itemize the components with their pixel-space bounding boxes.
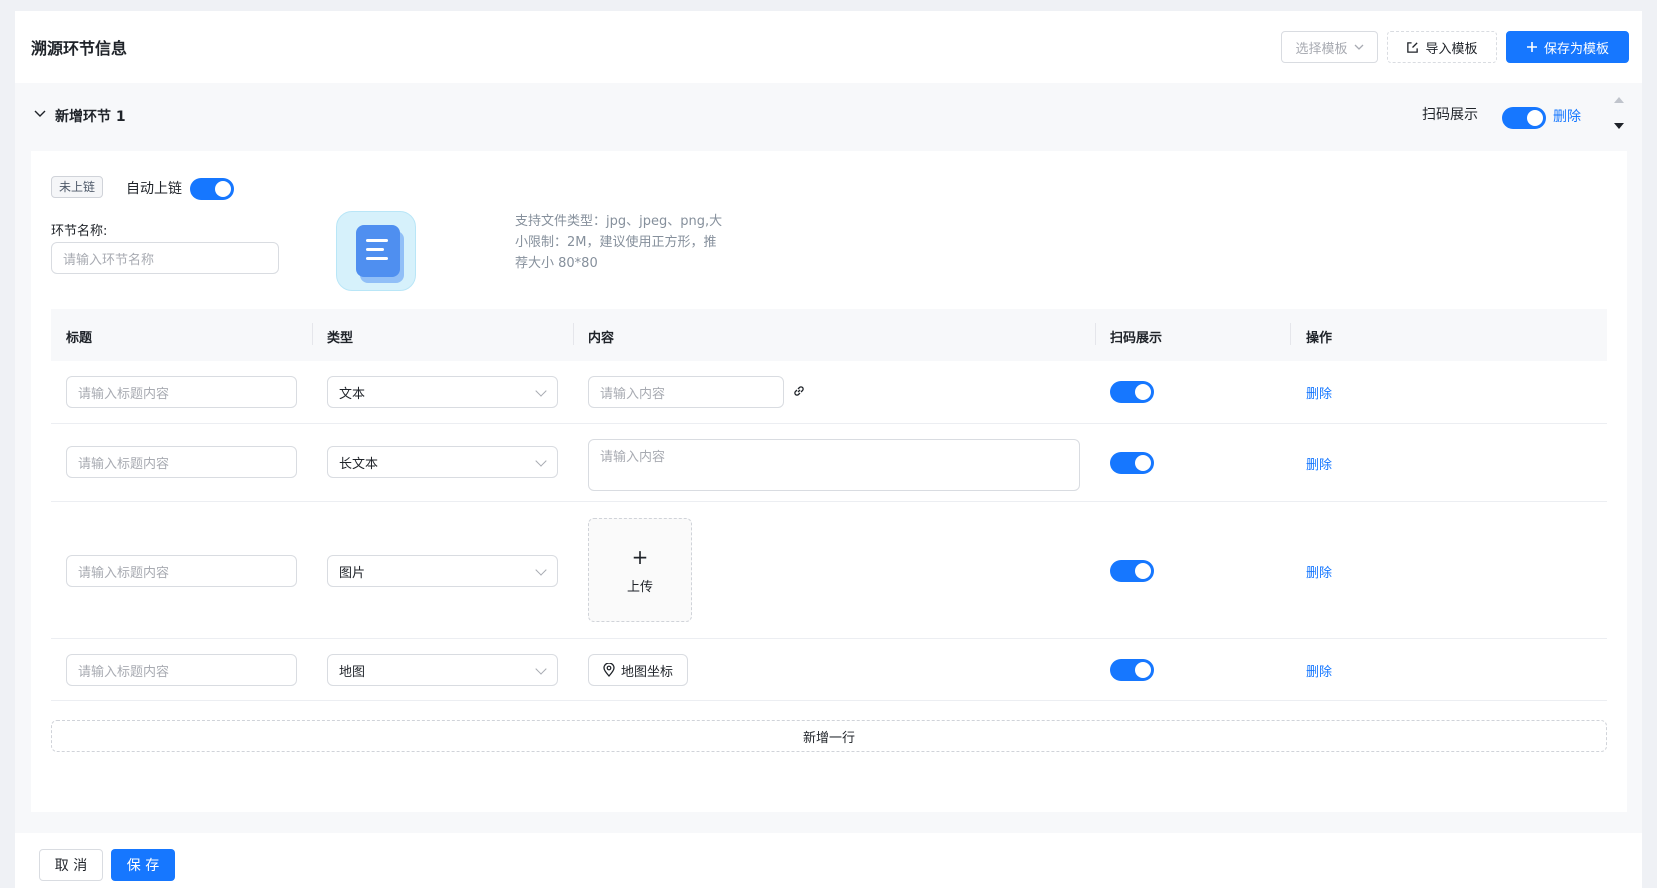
table-header: 标题 类型 内容 扫码展示 操作 (51, 309, 1607, 361)
table-row: 请输入标题内容 长文本 请输入内容 删除 (51, 424, 1607, 502)
footer-bar (15, 833, 1642, 888)
plus-icon (1526, 41, 1538, 53)
save-button[interactable]: 保 存 (111, 849, 175, 881)
column-header-title: 标题 (66, 331, 93, 346)
column-header-action: 操作 (1306, 331, 1333, 346)
chain-status-badge: 未上链 (51, 176, 104, 198)
row-title-input[interactable]: 请输入标题内容 (66, 376, 297, 408)
scan-display-label: 扫码展示 (1422, 107, 1478, 123)
step-body: 未上链 自动上链 环节名称: 请输入环节名称 支持文件类型：jpg、jpeg、p… (31, 151, 1627, 812)
fields-table: 标题 类型 内容 扫码展示 操作 请输入标题内容 文本 请输入内容 删除 请输入… (51, 309, 1607, 701)
row-type-select[interactable]: 长文本 (327, 446, 558, 478)
move-up-icon[interactable] (1614, 97, 1624, 103)
row-scan-toggle[interactable] (1110, 659, 1154, 681)
step-section-header[interactable]: 新增环节 1 扫码展示 删除 (15, 83, 1642, 149)
chevron-down-icon (535, 455, 547, 467)
table-row: 请输入标题内容 图片 + 上传 删除 (51, 502, 1607, 639)
image-upload-button[interactable]: + 上传 (588, 518, 692, 622)
row-content-textarea[interactable]: 请输入内容 (588, 439, 1080, 491)
location-pin-icon (603, 663, 615, 677)
upload-hint: 支持文件类型：jpg、jpeg、png,大小限制：2M，建议使用正方形，推荐大小… (515, 214, 723, 271)
plus-icon: + (631, 544, 649, 569)
row-scan-toggle[interactable] (1110, 381, 1154, 403)
step-section: 新增环节 1 扫码展示 删除 未上链 自动上链 环节名称: 请输入环节名称 支持… (15, 83, 1642, 833)
main-card: 溯源环节信息 选择模板 导入模板 保存为模板 新增环节 1 扫码展示 删除 未上… (15, 11, 1642, 833)
select-template-label: 选择模板 (1295, 41, 1348, 57)
page-header: 溯源环节信息 选择模板 导入模板 保存为模板 (15, 11, 1642, 83)
row-title-input[interactable]: 请输入标题内容 (66, 555, 297, 587)
row-delete-link[interactable]: 删除 (1306, 562, 1332, 581)
row-type-select[interactable]: 地图 (327, 654, 558, 686)
row-delete-link[interactable]: 删除 (1306, 454, 1332, 473)
import-template-label: 导入模板 (1425, 41, 1478, 57)
select-template-dropdown[interactable]: 选择模板 (1281, 31, 1378, 63)
page-title: 溯源环节信息 (31, 39, 128, 58)
chevron-down-icon (535, 663, 547, 675)
import-template-button[interactable]: 导入模板 (1387, 31, 1497, 63)
column-header-type: 类型 (327, 331, 354, 346)
row-scan-toggle[interactable] (1110, 452, 1154, 474)
row-type-select[interactable]: 图片 (327, 555, 558, 587)
row-title-input[interactable]: 请输入标题内容 (66, 654, 297, 686)
scan-display-toggle[interactable] (1502, 107, 1546, 129)
step-image-upload[interactable] (336, 211, 416, 291)
save-as-template-label: 保存为模板 (1543, 41, 1609, 57)
delete-step-link[interactable]: 删除 (1553, 106, 1581, 126)
column-header-scan: 扫码展示 (1110, 331, 1163, 346)
row-delete-link[interactable]: 删除 (1306, 661, 1332, 680)
upload-label: 上传 (626, 579, 653, 595)
add-row-button[interactable]: 新增一行 (51, 720, 1607, 752)
row-scan-toggle[interactable] (1110, 560, 1154, 582)
step-title: 新增环节 1 (55, 109, 126, 125)
auto-chain-toggle[interactable] (190, 178, 234, 200)
map-coordinate-label: 地图坐标 (621, 664, 674, 680)
cancel-button[interactable]: 取 消 (39, 849, 103, 881)
chevron-down-icon[interactable] (31, 105, 49, 123)
edit-icon (1406, 41, 1419, 54)
map-coordinate-button[interactable]: 地图坐标 (588, 654, 689, 686)
link-icon[interactable] (792, 384, 806, 398)
row-title-input[interactable]: 请输入标题内容 (66, 446, 297, 478)
step-name-label: 环节名称: (51, 224, 108, 239)
table-row: 请输入标题内容 地图 地图坐标 删除 (51, 639, 1607, 701)
row-delete-link[interactable]: 删除 (1306, 383, 1332, 402)
auto-chain-label: 自动上链 (126, 181, 182, 197)
chevron-down-icon (535, 385, 547, 397)
column-header-content: 内容 (588, 331, 615, 346)
step-name-input[interactable]: 请输入环节名称 (51, 242, 279, 274)
row-type-select[interactable]: 文本 (327, 376, 558, 408)
move-down-icon[interactable] (1614, 123, 1624, 129)
chevron-down-icon (535, 564, 547, 576)
table-row: 请输入标题内容 文本 请输入内容 删除 (51, 361, 1607, 424)
chevron-down-icon (1354, 42, 1364, 52)
save-as-template-button[interactable]: 保存为模板 (1506, 31, 1629, 63)
row-content-input[interactable]: 请输入内容 (588, 376, 784, 408)
